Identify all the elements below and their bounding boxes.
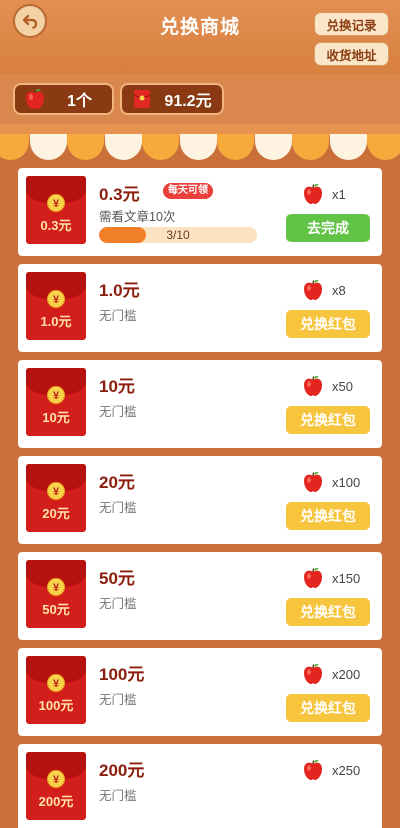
apple-icon: [301, 662, 325, 686]
redpacket-card: ¥1.0元 1.0元 无门槛 x8 兑换红包: [18, 264, 382, 352]
envelope-amount: 1.0元: [40, 314, 72, 329]
envelope-amount: 50元: [42, 602, 70, 617]
red-envelope-icon: ¥0.3元: [26, 176, 86, 244]
envelope-amount: 100元: [38, 698, 74, 713]
apple-cost: x8: [332, 283, 346, 298]
requirement-text: 无门槛: [99, 693, 137, 707]
apple-icon: [301, 758, 325, 782]
cash-balance: 91.2元: [120, 83, 224, 115]
reward-amount: 50元: [99, 569, 135, 588]
envelope-amount: 20元: [42, 506, 70, 521]
daily-badge: 每天可领: [163, 183, 213, 199]
red-envelope-icon: ¥100元: [26, 656, 86, 724]
apple-cost: x200: [332, 667, 361, 682]
redpacket-list: ¥0.3元 0.3元 每天可领 需看文章10次 3/10 x1 去完成 ¥1.0元 1.0元 无门…: [18, 168, 382, 828]
awning-decoration: [0, 124, 400, 164]
apple-icon: [301, 278, 325, 302]
apple-count: 1个: [67, 93, 92, 110]
apple-icon: [301, 566, 325, 590]
yuan-coin-icon: ¥: [47, 770, 65, 788]
red-envelope-icon: ¥20元: [26, 464, 86, 532]
progress-bar: 3/10: [99, 227, 257, 243]
red-envelope-icon: [133, 90, 151, 108]
apple-balance: 1个: [13, 83, 114, 115]
balance-bar: 1个 91.2元: [0, 74, 400, 124]
reward-amount: 10元: [99, 377, 135, 396]
apple-icon: [301, 470, 325, 494]
apple-cost: x100: [332, 475, 361, 490]
apple-icon: [301, 182, 325, 206]
yuan-coin-icon: ¥: [47, 290, 65, 308]
cash-amount: 91.2元: [164, 93, 212, 110]
yuan-coin-icon: ¥: [47, 482, 65, 500]
red-envelope-icon: ¥1.0元: [26, 272, 86, 340]
progress-text: 3/10: [166, 228, 190, 242]
reward-amount: 200元: [99, 761, 145, 780]
exchange-redpacket-button[interactable]: 兑换红包: [286, 406, 370, 434]
redpacket-card: ¥10元 10元 无门槛 x50 兑换红包: [18, 360, 382, 448]
envelope-amount: 200元: [38, 794, 74, 809]
requirement-text: 无门槛: [99, 309, 137, 323]
exchange-redpacket-button[interactable]: 兑换红包: [286, 502, 370, 530]
redpacket-card: ¥200元 200元 无门槛 x250: [18, 744, 382, 828]
requirement-text: 无门槛: [99, 405, 137, 419]
shipping-address-button[interactable]: 收货地址: [314, 42, 389, 66]
envelope-amount: 10元: [42, 410, 70, 425]
header-bar: 兑换商城 兑换记录 收货地址: [0, 0, 400, 74]
apple-cost: x150: [332, 571, 361, 586]
exchange-redpacket-button[interactable]: 兑换红包: [286, 310, 370, 338]
red-envelope-icon: ¥50元: [26, 560, 86, 628]
exchange-redpacket-button[interactable]: 兑换红包: [286, 694, 370, 722]
reward-amount: 1.0元: [99, 281, 140, 300]
redpacket-card: ¥100元 100元 无门槛 x200 兑换红包: [18, 648, 382, 736]
reward-amount: 0.3元: [99, 185, 140, 204]
red-envelope-icon: ¥10元: [26, 368, 86, 436]
apple-cost: x1: [332, 187, 346, 202]
exchange-records-button[interactable]: 兑换记录: [314, 12, 389, 36]
red-envelope-icon: ¥200元: [26, 752, 86, 820]
apple-cost: x250: [332, 763, 361, 778]
reward-amount: 100元: [99, 665, 145, 684]
yuan-coin-icon: ¥: [47, 578, 65, 596]
redpacket-card: ¥50元 50元 无门槛 x150 兑换红包: [18, 552, 382, 640]
requirement-text: 无门槛: [99, 501, 137, 515]
apple-cost: x50: [332, 379, 353, 394]
redpacket-card: ¥0.3元 0.3元 每天可领 需看文章10次 3/10 x1 去完成: [18, 168, 382, 256]
apple-icon: [301, 374, 325, 398]
requirement-text: 无门槛: [99, 789, 137, 803]
yuan-coin-icon: ¥: [47, 194, 65, 212]
yuan-coin-icon: ¥: [47, 674, 65, 692]
exchange-redpacket-button[interactable]: 兑换红包: [286, 598, 370, 626]
redpacket-card: ¥20元 20元 无门槛 x100 兑换红包: [18, 456, 382, 544]
envelope-amount: 0.3元: [40, 218, 72, 233]
requirement-text: 无门槛: [99, 597, 137, 611]
complete-task-button[interactable]: 去完成: [286, 214, 370, 242]
reward-amount: 20元: [99, 473, 135, 492]
yuan-coin-icon: ¥: [47, 386, 65, 404]
apple-icon: [23, 87, 47, 111]
requirement-text: 需看文章10次: [99, 210, 176, 224]
